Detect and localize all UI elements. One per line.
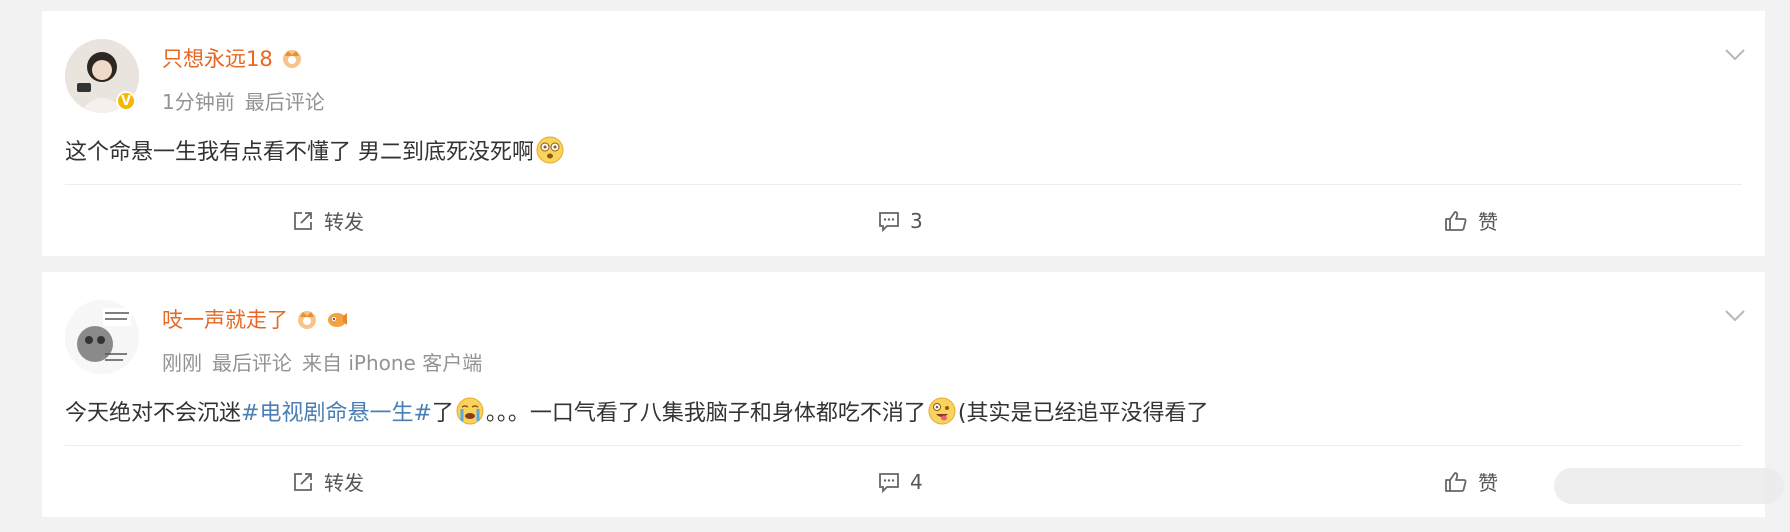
username-text[interactable]: 吱一声就走了 xyxy=(162,304,288,334)
action-bar: 转发 3 赞 xyxy=(42,185,1765,256)
comment-body: 。。。一口气看了八集我脑子和身体都吃不消了 xyxy=(485,401,926,426)
share-button[interactable]: 转发 xyxy=(292,185,364,256)
comment-icon xyxy=(879,472,899,493)
chevron-down-icon[interactable] xyxy=(1725,310,1745,322)
post-meta: 1分钟前 最后评论 xyxy=(162,86,325,115)
username[interactable]: 吱一声就走了 xyxy=(162,304,348,334)
hashtag-link[interactable]: #电视剧命悬一生# xyxy=(241,395,432,427)
username-text[interactable]: 只想永远18 xyxy=(162,43,273,73)
comment-card: V 只想永远18 1分钟前 最后评论 这个命悬一生我有点看不懂了 男二到底死没死… xyxy=(42,11,1765,256)
comment-count: 3 xyxy=(910,208,923,233)
crying-face-emoji-icon xyxy=(456,397,484,425)
like-label: 赞 xyxy=(1478,210,1498,234)
like-label: 赞 xyxy=(1478,471,1498,495)
comment-body: 这个命悬一生我有点看不懂了 男二到底死没死啊 xyxy=(65,140,534,165)
comment-body: 今天绝对不会沉迷 xyxy=(65,401,242,426)
fish-badge-icon xyxy=(328,313,347,327)
comment-text: 这个命悬一生我有点看不懂了 男二到底死没死啊 xyxy=(65,134,566,166)
like-icon xyxy=(1445,471,1467,492)
like-button[interactable]: 赞 xyxy=(1444,185,1498,256)
comment-icon xyxy=(879,211,899,232)
timestamp: 1分钟前 xyxy=(162,90,235,114)
comment-tag: 最后评论 xyxy=(244,90,325,114)
dizzy-face-emoji-icon xyxy=(536,136,564,164)
like-icon xyxy=(1445,210,1467,231)
post-source: 来自 iPhone 客户端 xyxy=(302,351,483,375)
comment-card: 吱一声就走了 刚刚 最后评论 来自 iPhone 客户端 今天绝对不会沉迷 #电… xyxy=(42,272,1765,517)
crown-icon xyxy=(282,50,301,68)
share-label: 转发 xyxy=(324,210,364,234)
comment-tag: 最后评论 xyxy=(212,351,292,375)
like-button[interactable]: 赞 xyxy=(1444,446,1498,517)
share-icon xyxy=(294,472,312,491)
chevron-down-icon[interactable] xyxy=(1725,49,1745,61)
share-button[interactable]: 转发 xyxy=(292,446,364,517)
verified-badge: V xyxy=(116,91,136,111)
comment-button[interactable]: 3 xyxy=(878,185,923,256)
horizontal-scrollbar[interactable] xyxy=(1554,468,1784,504)
comment-body: 了 xyxy=(431,401,454,426)
comment-button[interactable]: 4 xyxy=(878,446,923,517)
comment-count: 4 xyxy=(910,469,923,494)
action-bar: 转发 4 赞 xyxy=(42,446,1765,517)
crazy-face-emoji-icon xyxy=(928,397,956,425)
crown-icon xyxy=(298,311,316,329)
share-label: 转发 xyxy=(324,471,364,495)
comment-body: (其实是已经追平没得看了 xyxy=(957,401,1209,426)
timestamp: 刚刚 xyxy=(162,351,202,375)
avatar[interactable] xyxy=(65,300,139,374)
comment-text: 今天绝对不会沉迷 #电视剧命悬一生# 了 。。。一口气看了八集我脑子和身体都吃不… xyxy=(65,395,1209,427)
post-meta: 刚刚 最后评论 来自 iPhone 客户端 xyxy=(162,347,482,376)
username[interactable]: 只想永远18 xyxy=(162,43,303,73)
share-icon xyxy=(294,211,312,230)
